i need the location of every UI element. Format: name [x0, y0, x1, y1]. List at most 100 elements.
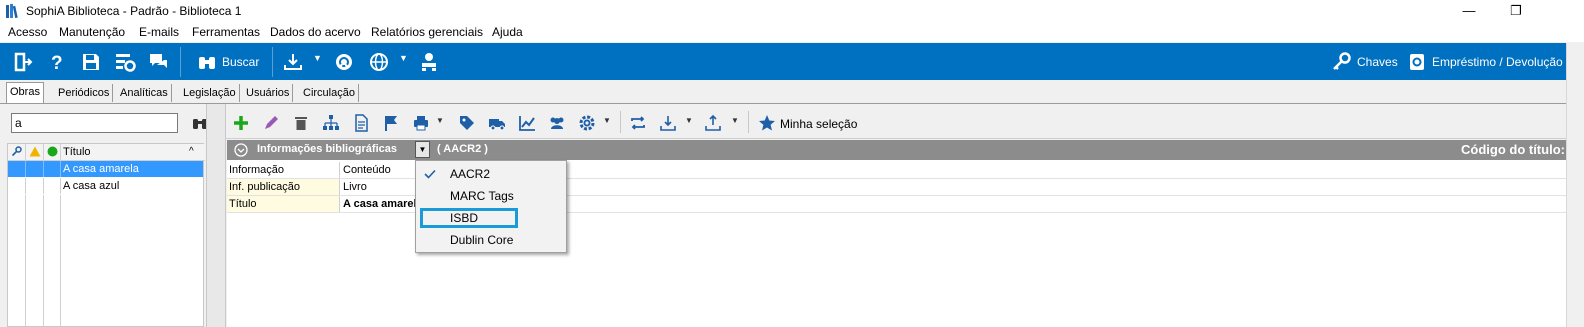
key-icon[interactable] — [11, 146, 22, 157]
search-button[interactable]: Buscar — [222, 55, 259, 69]
menu-relatorios[interactable]: Relatórios gerenciais — [371, 25, 483, 39]
toolbar-separator — [748, 111, 749, 133]
table-cell-info: Título — [229, 198, 257, 210]
panel-splitter[interactable] — [206, 104, 226, 327]
tab-periodicos[interactable]: Periódicos — [55, 84, 114, 102]
document-icon[interactable] — [352, 114, 370, 132]
status-green-icon[interactable] — [47, 146, 58, 157]
list-item[interactable]: A casa azul — [8, 178, 203, 194]
column-divider — [339, 179, 340, 195]
chevron-down-icon[interactable]: ▼ — [731, 116, 739, 125]
column-divider — [25, 144, 26, 160]
print-icon[interactable] — [412, 114, 430, 132]
hierarchy-icon[interactable] — [322, 114, 340, 132]
minimize-button[interactable]: — — [1446, 0, 1492, 22]
download-icon[interactable] — [659, 114, 677, 132]
user-tree-icon[interactable] — [418, 51, 440, 73]
chevron-down-icon[interactable]: ▼ — [685, 116, 693, 125]
column-divider — [43, 161, 44, 177]
tab-legislacao[interactable]: Legislação — [180, 84, 240, 102]
chevron-up-icon[interactable]: ^ — [189, 144, 194, 160]
table-cell-content: A casa amarela — [343, 198, 423, 210]
column-divider — [43, 195, 44, 326]
chevron-down-icon[interactable]: ▼ — [313, 53, 322, 63]
loan-icon[interactable] — [1406, 51, 1428, 73]
keys-button[interactable]: Chaves — [1357, 55, 1398, 69]
column-divider — [43, 178, 44, 194]
tag-icon[interactable] — [458, 114, 476, 132]
menu-item-dublin-core[interactable]: Dublin Core — [416, 229, 566, 251]
column-title-header[interactable]: Título — [63, 144, 91, 160]
menu-dados-acervo[interactable]: Dados do acervo — [270, 25, 361, 39]
menu-item-marc-tags[interactable]: MARC Tags — [416, 185, 566, 207]
chevron-down-icon[interactable]: ▼ — [399, 53, 408, 63]
settings-list-icon[interactable] — [114, 51, 136, 73]
loan-return-button[interactable]: Empréstimo / Devolução — [1432, 55, 1563, 69]
menu-acesso[interactable]: Acesso — [8, 25, 47, 39]
star-icon[interactable] — [758, 114, 776, 132]
refresh-icon[interactable] — [629, 114, 647, 132]
title-code-label: Código do título: — [1461, 142, 1565, 157]
column-divider — [60, 178, 61, 194]
chevron-down-icon[interactable]: ▼ — [603, 116, 611, 125]
column-divider — [60, 195, 61, 326]
maximize-button[interactable]: ❐ — [1493, 0, 1539, 22]
column-divider — [25, 161, 26, 177]
save-icon[interactable] — [80, 51, 102, 73]
menu-manutencao[interactable]: Manutenção — [59, 25, 125, 39]
gear-icon[interactable] — [578, 114, 596, 132]
chevron-down-icon[interactable]: ▼ — [436, 116, 444, 125]
main-toolbar: ? Buscar ▼ ▼ Chaves Empréstimo / Devoluç… — [0, 43, 1566, 80]
my-selection-button[interactable]: Minha seleção — [780, 117, 857, 131]
column-divider — [60, 144, 61, 160]
list-item-title: A casa amarela — [63, 163, 139, 175]
vertical-scrollbar[interactable] — [1566, 43, 1584, 327]
warning-icon[interactable] — [29, 146, 41, 157]
tab-obras[interactable]: Obras — [6, 82, 44, 103]
flag-icon[interactable] — [382, 114, 400, 132]
edit-pencil-icon[interactable] — [262, 114, 280, 132]
add-icon[interactable] — [232, 114, 250, 132]
help-icon[interactable]: ? — [46, 51, 68, 73]
splitter-bar[interactable] — [206, 104, 226, 327]
menu-item-label: Dublin Core — [450, 233, 514, 247]
menu-item-isbd[interactable]: ISBD — [416, 207, 566, 229]
users-group-icon[interactable] — [548, 114, 566, 132]
column-divider — [339, 196, 340, 212]
truck-icon[interactable] — [488, 114, 506, 132]
globe-icon[interactable] — [368, 51, 390, 73]
tab-analiticas[interactable]: Analíticas — [117, 84, 172, 102]
tab-circulacao[interactable]: Circulação — [300, 84, 359, 102]
menu-bar: Acesso Manutenção E-mails Ferramentas Da… — [0, 22, 1584, 42]
chart-icon[interactable] — [518, 114, 536, 132]
binoculars-icon[interactable] — [196, 51, 218, 73]
tab-usuarios[interactable]: Usuários — [243, 84, 294, 102]
format-label: ( AACR2 ) — [437, 143, 488, 155]
sync-globe-icon[interactable] — [333, 51, 355, 73]
menu-ajuda[interactable]: Ajuda — [492, 25, 523, 39]
format-dropdown-button[interactable]: ▼ — [415, 141, 430, 158]
column-divider — [60, 161, 61, 177]
info-section-title: Informações bibliográficas — [257, 143, 397, 155]
menu-item-aacr2[interactable]: AACR2 — [416, 163, 566, 185]
column-header-info[interactable]: Informação — [229, 162, 284, 178]
upload-icon[interactable] — [704, 114, 722, 132]
toolbar-separator — [620, 111, 621, 133]
svg-text:?: ? — [51, 53, 63, 73]
menu-ferramentas[interactable]: Ferramentas — [192, 25, 260, 39]
chat-icon[interactable] — [148, 51, 170, 73]
key-icon[interactable] — [1330, 51, 1352, 73]
list-item[interactable]: A casa amarela — [8, 161, 203, 177]
column-header-content[interactable]: Conteúdo — [343, 162, 391, 178]
menu-item-label: AACR2 — [450, 167, 491, 181]
trash-icon[interactable] — [292, 114, 310, 132]
info-header: Informações bibliográficas ▼ ( AACR2 ) C… — [227, 140, 1566, 160]
collapse-circle-icon[interactable] — [234, 143, 248, 157]
download-icon[interactable] — [282, 51, 304, 73]
menu-emails[interactable]: E-mails — [139, 25, 179, 39]
column-divider — [43, 144, 44, 160]
logout-icon[interactable] — [12, 51, 34, 73]
list-header: Título ^ — [8, 144, 205, 161]
title-search-input[interactable]: a — [11, 113, 178, 133]
app-books-icon — [6, 4, 18, 19]
